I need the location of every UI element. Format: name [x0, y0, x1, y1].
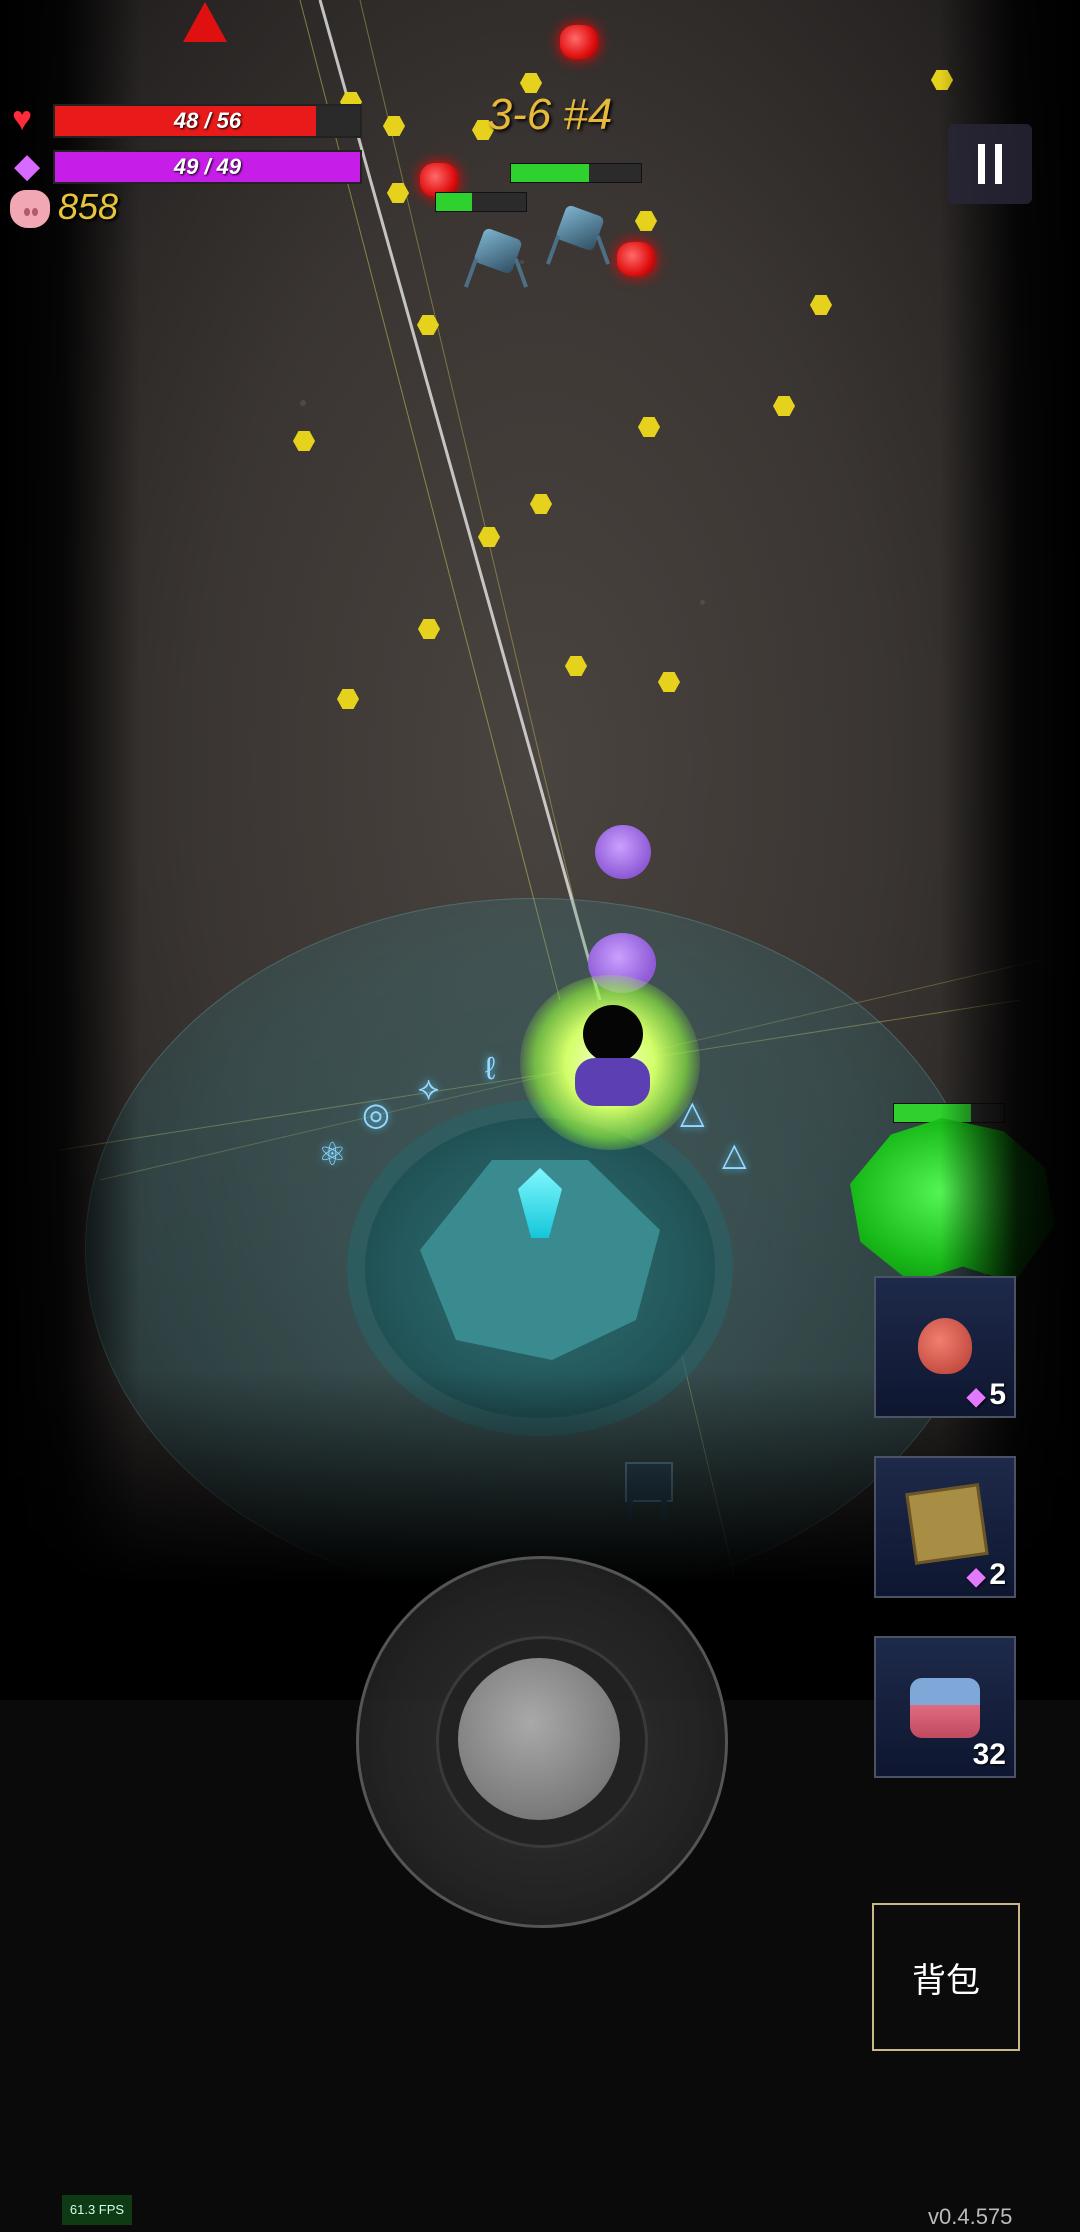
hp-bar: 48 / 56: [53, 104, 362, 138]
item-count: 32: [973, 1738, 1006, 1772]
potion-flask-icon: [918, 1318, 972, 1374]
item-slot-potion[interactable]: ◆ 5: [874, 1276, 1016, 1418]
mana-bar: 49 / 49: [53, 150, 362, 184]
spider-leg: [595, 235, 611, 265]
spider-body: [473, 227, 523, 275]
red-crystal-icon: [617, 242, 655, 276]
hero-body: [575, 1058, 650, 1106]
diamond-gem-icon: ◆: [966, 1383, 986, 1410]
item-slot-bottle[interactable]: 32: [874, 1636, 1016, 1778]
mana-text: 49 / 49: [173, 154, 242, 179]
hp-bar-row: ♥ 48 / 56: [8, 100, 368, 138]
slime-enemy[interactable]: [595, 825, 651, 879]
diamond-gem-icon: ◆: [14, 147, 41, 185]
pause-button[interactable]: [948, 124, 1032, 204]
enemy-health-bar: [510, 163, 642, 183]
item-slot-cube[interactable]: ◆ 2: [874, 1456, 1016, 1598]
pause-icon: [978, 144, 985, 184]
spider-robot-enemy[interactable]: [545, 195, 615, 265]
item-count-value: 5: [989, 1378, 1006, 1411]
health-bottle-icon: [910, 1678, 980, 1738]
item-count: ◆ 2: [967, 1558, 1006, 1592]
spider-robot-enemy[interactable]: [463, 218, 533, 288]
spider-leg: [463, 258, 479, 288]
rune-icon: ⟡: [418, 1070, 440, 1106]
heart-icon: ♥: [12, 100, 33, 138]
pause-icon: [995, 144, 1002, 184]
spider-body: [555, 204, 605, 252]
rune-icon: ⚛: [318, 1136, 347, 1172]
level-label: 3-6 #4: [487, 90, 613, 139]
pig-icon: [10, 190, 50, 228]
mana-bar-row: ◆ 49 / 49: [8, 147, 368, 185]
enemy-health-bar: [435, 192, 527, 212]
rune-cube-icon: [905, 1483, 989, 1565]
bag-button[interactable]: 背包: [872, 1903, 1020, 2051]
hero-character: [583, 1005, 643, 1063]
enemy-health-fill: [511, 164, 589, 182]
spider-leg: [513, 258, 529, 288]
item-count-value: 2: [989, 1558, 1006, 1591]
fps-counter: 61.3 FPS: [62, 2195, 132, 2225]
version-label: v0.4.575: [928, 2204, 1013, 2229]
rune-icon: △: [722, 1136, 747, 1172]
rune-icon: ℓ: [485, 1050, 496, 1086]
game-world: ⚛ ◎ ⟡ ℓ △ △: [0, 0, 1080, 1700]
spider-leg: [545, 235, 561, 265]
item-count: ◆ 5: [967, 1378, 1006, 1412]
red-crystal-icon: [560, 25, 598, 59]
joystick-knob[interactable]: [458, 1658, 620, 1820]
rune-icon: ◎: [362, 1096, 390, 1132]
enemy-health-fill: [436, 193, 472, 211]
item-count-value: 32: [972, 1738, 1006, 1771]
bag-button-label: 背包: [912, 1961, 980, 2000]
coin-count: 858: [58, 186, 119, 227]
diamond-gem-icon: ◆: [966, 1563, 986, 1590]
hp-text: 48 / 56: [173, 108, 242, 133]
